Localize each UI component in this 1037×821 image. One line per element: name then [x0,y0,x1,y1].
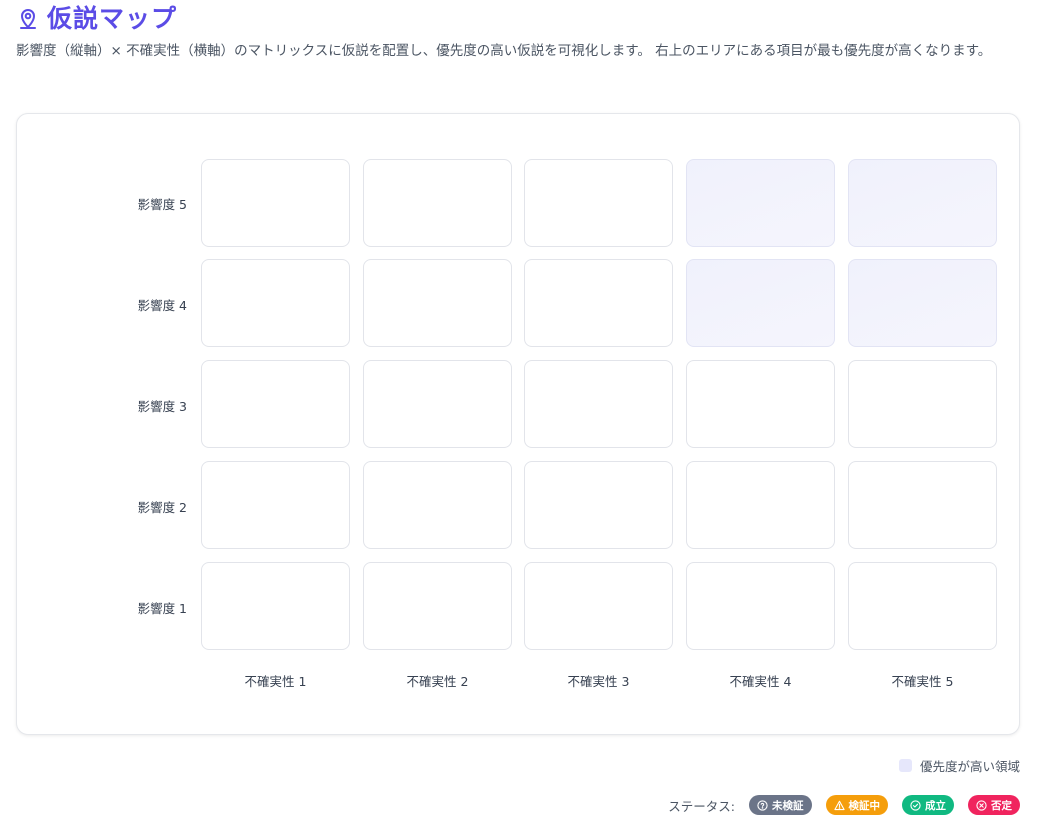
page-header: 仮説マップ 影響度（縦軸）× 不確実性（横軸）のマトリックスに仮説を配置し、優先… [16,0,1026,62]
matrix-cell-i5-u1[interactable] [201,159,350,247]
matrix-cell-i3-u1[interactable] [201,360,350,448]
matrix-cell-i2-u2[interactable] [363,461,512,549]
y-label-impact-2: 影響度 2 [137,500,187,515]
matrix-cell-i1-u1[interactable] [201,562,350,650]
x-circle-icon [976,799,987,811]
status-badge-rejected: 否定 [968,795,1020,815]
y-label-impact-1: 影響度 1 [137,601,187,616]
matrix-cell-i3-u3[interactable] [524,360,673,448]
priority-swatch [898,759,912,772]
x-label-uncertainty-1: 不確実性 1 [244,674,307,689]
matrix-cell-i3-u5[interactable] [848,360,997,448]
x-label-uncertainty-2: 不確実性 2 [406,674,469,689]
matrix-cell-i2-u3[interactable] [524,461,673,549]
matrix-cell-i4-u4[interactable] [686,259,835,347]
page-title: 仮説マップ [47,4,178,33]
warning-triangle-icon [833,800,845,810]
status-badge-label: 未検証 [772,799,804,812]
matrix-cell-i1-u2[interactable] [363,562,512,650]
y-label-impact-3: 影響度 3 [137,399,187,414]
matrix-cell-i4-u5[interactable] [848,259,997,347]
x-label-uncertainty-5: 不確実性 5 [891,674,954,689]
x-label-uncertainty-4: 不確実性 4 [729,674,792,689]
matrix-cell-i3-u4[interactable] [686,360,835,448]
matrix-cell-i5-u4[interactable] [686,159,835,247]
priority-legend: 優先度が高い領域 [898,756,1020,775]
status-legend-label: ステータス: [668,798,735,814]
matrix-cell-i1-u5[interactable] [848,562,997,650]
status-legend: ステータス: 未検証 検証中 成立 否定 [668,795,1020,815]
y-label-impact-4: 影響度 4 [137,298,187,313]
matrix-cell-i5-u3[interactable] [524,159,673,247]
matrix-cell-i2-u4[interactable] [686,461,835,549]
question-circle-icon [757,799,768,811]
matrix-cell-i1-u4[interactable] [686,562,835,650]
hypothesis-matrix: 影響度 5 影響度 4 影響度 3 影響度 2 影響度 1 不確実性 1 不確実… [16,113,1020,735]
status-badge-valid: 成立 [902,795,954,815]
matrix-cell-i3-u2[interactable] [363,360,512,448]
matrix-cell-i2-u5[interactable] [848,461,997,549]
matrix-cell-i4-u2[interactable] [363,259,512,347]
matrix-cell-i4-u3[interactable] [524,259,673,347]
map-pin-icon [20,8,36,29]
priority-legend-label: 優先度が高い領域 [919,759,1020,774]
status-badge-label: 成立 [925,799,946,812]
matrix-cell-i2-u1[interactable] [201,461,350,549]
y-label-impact-5: 影響度 5 [137,197,187,212]
status-badge-label: 検証中 [848,799,881,812]
status-badge-label: 否定 [991,799,1012,812]
status-badge-unverified: 未検証 [749,795,812,815]
x-label-uncertainty-3: 不確実性 3 [567,674,630,689]
matrix-cell-i5-u2[interactable] [363,159,512,247]
page-description: 影響度（縦軸）× 不確実性（横軸）のマトリックスに仮説を配置し、優先度の高い仮説… [16,43,992,59]
status-badge-verifying: 検証中 [825,795,888,815]
matrix-cell-i5-u5[interactable] [848,159,997,247]
check-circle-icon [910,799,921,811]
matrix-cell-i4-u1[interactable] [201,259,350,347]
matrix-cell-i1-u3[interactable] [524,562,673,650]
